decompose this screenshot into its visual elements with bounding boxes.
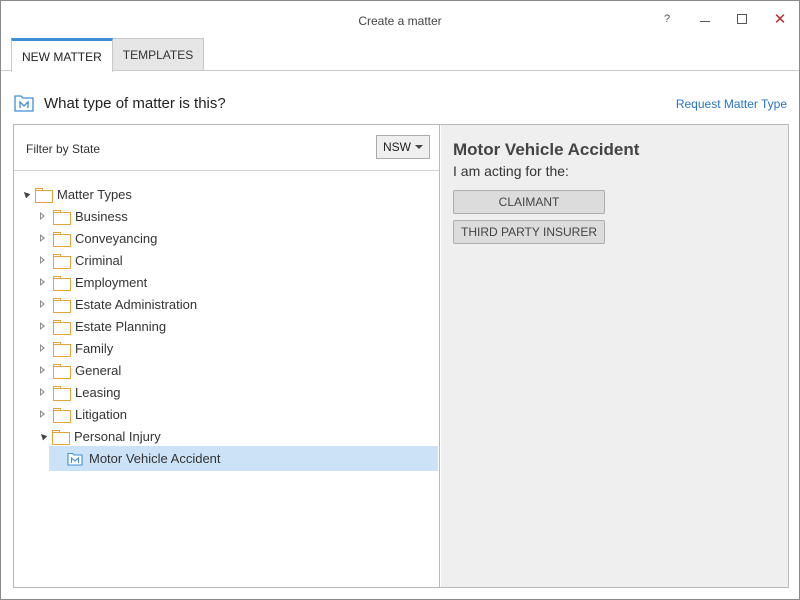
folder-icon xyxy=(53,341,71,357)
tree-item-label: General xyxy=(75,362,122,378)
claimant-button[interactable]: CLAIMANT xyxy=(453,190,605,214)
tree-item-estate-administration[interactable]: Estate Administration xyxy=(40,293,197,315)
third-party-insurer-button[interactable]: THIRD PARTY INSURER xyxy=(453,220,605,244)
tree-item-label: Leasing xyxy=(75,384,121,400)
chevron-down-icon xyxy=(415,145,423,149)
matter-type-question: What type of matter is this? xyxy=(44,95,226,112)
collapsed-arrow-icon[interactable] xyxy=(40,299,46,309)
folder-icon xyxy=(53,407,71,423)
minimize-button[interactable] xyxy=(691,7,719,31)
help-button[interactable]: ? xyxy=(653,7,681,31)
minimize-icon xyxy=(700,20,710,22)
tree-root-matter-types[interactable]: Matter Types xyxy=(19,183,132,205)
tree-item-conveyancing[interactable]: Conveyancing xyxy=(40,227,157,249)
folder-icon xyxy=(52,429,70,445)
tree-item-estate-planning[interactable]: Estate Planning xyxy=(40,315,166,337)
detail-title: Motor Vehicle Accident xyxy=(453,140,640,159)
acting-for-label: I am acting for the: xyxy=(453,163,569,179)
matter-type-pane: Filter by State NSW Matter Types Busines… xyxy=(14,125,440,587)
expanded-arrow-icon[interactable] xyxy=(36,429,48,440)
matter-type-icon xyxy=(14,95,34,112)
matter-detail-pane: Motor Vehicle Accident I am acting for t… xyxy=(441,125,788,587)
tree-item-leasing[interactable]: Leasing xyxy=(40,381,121,403)
tree-item-label: Employment xyxy=(75,274,148,290)
collapsed-arrow-icon[interactable] xyxy=(40,365,46,375)
tree-item-label: Litigation xyxy=(75,406,128,422)
tree-item-label: Matter Types xyxy=(57,186,132,202)
folder-icon xyxy=(53,275,71,291)
tree-item-personal-injury[interactable]: Personal Injury xyxy=(36,425,161,447)
filter-divider xyxy=(14,170,439,171)
tree-item-label: Personal Injury xyxy=(74,428,161,444)
collapsed-arrow-icon[interactable] xyxy=(40,233,46,243)
matter-selection-area: Filter by State NSW Matter Types Busines… xyxy=(13,124,789,588)
tree-item-general[interactable]: General xyxy=(40,359,121,381)
tree-item-litigation[interactable]: Litigation xyxy=(40,403,127,425)
tree-item-label: Estate Planning xyxy=(75,318,167,334)
folder-icon xyxy=(53,231,71,247)
request-matter-type-link[interactable]: Request Matter Type xyxy=(676,97,787,111)
collapsed-arrow-icon[interactable] xyxy=(40,387,46,397)
tab-bar: NEW MATTER TEMPLATES xyxy=(11,38,205,72)
tree-item-label: Conveyancing xyxy=(75,230,158,246)
collapsed-arrow-icon[interactable] xyxy=(40,409,46,419)
folder-icon xyxy=(53,319,71,335)
tab-divider xyxy=(1,70,799,71)
tree-item-label: Business xyxy=(75,208,128,224)
maximize-button[interactable] xyxy=(728,7,756,31)
tree-item-business[interactable]: Business xyxy=(40,205,128,227)
create-matter-window: Create a matter ? ✕ NEW MATTER TEMPLATES… xyxy=(0,0,800,600)
tree-item-label: Family xyxy=(75,340,114,356)
folder-icon xyxy=(53,385,71,401)
collapsed-arrow-icon[interactable] xyxy=(40,255,46,265)
collapsed-arrow-icon[interactable] xyxy=(40,321,46,331)
collapsed-arrow-icon[interactable] xyxy=(40,211,46,221)
collapsed-arrow-icon[interactable] xyxy=(40,343,46,353)
tab-new-matter[interactable]: NEW MATTER xyxy=(11,38,113,72)
maximize-icon xyxy=(737,14,747,24)
title-bar[interactable]: Create a matter ? ✕ xyxy=(1,1,799,37)
folder-icon xyxy=(53,297,71,313)
tree-item-criminal[interactable]: Criminal xyxy=(40,249,123,271)
folder-icon xyxy=(53,209,71,225)
tree-item-label: Criminal xyxy=(75,252,123,268)
tab-templates[interactable]: TEMPLATES xyxy=(112,38,205,71)
collapsed-arrow-icon[interactable] xyxy=(40,277,46,287)
folder-icon xyxy=(53,363,71,379)
tree-item-label: Estate Administration xyxy=(75,296,198,312)
folder-icon xyxy=(35,187,53,203)
tree-item-motor-vehicle-accident[interactable]: Motor Vehicle Accident xyxy=(49,446,438,471)
tree-item-family[interactable]: Family xyxy=(40,337,113,359)
expanded-arrow-icon[interactable] xyxy=(19,187,31,198)
folder-icon xyxy=(53,253,71,269)
tree-item-employment[interactable]: Employment xyxy=(40,271,147,293)
tree-item-label: Motor Vehicle Accident xyxy=(89,451,221,466)
state-dropdown-value: NSW xyxy=(383,140,411,154)
state-dropdown[interactable]: NSW xyxy=(376,135,430,159)
matter-type-icon xyxy=(67,452,83,466)
close-button[interactable]: ✕ xyxy=(766,7,794,31)
filter-by-state-label: Filter by State xyxy=(26,142,101,156)
